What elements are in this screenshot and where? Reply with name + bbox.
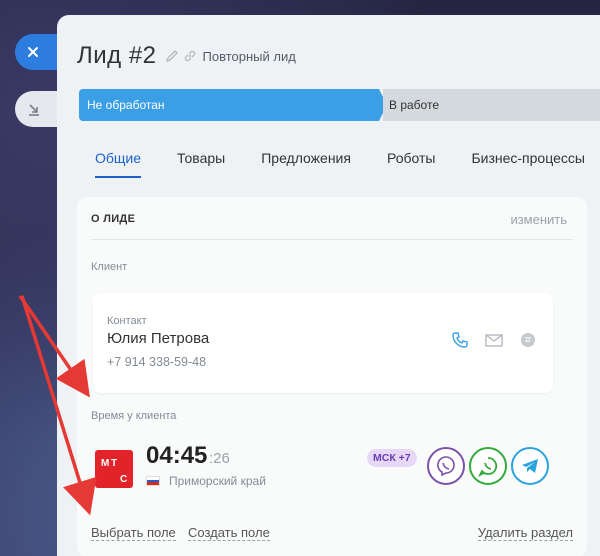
contact-actions [449,329,539,351]
collapse-icon [29,104,39,116]
divider [91,239,573,240]
client-time-label: Время у клиента [91,410,177,422]
client-time-seconds: :26 [209,450,230,467]
timezone-badge: МСК +7 [367,449,417,467]
tabs: Общие Товары Предложения Роботы Бизнес-п… [95,150,600,178]
svg-text:С: С [120,474,127,484]
tab-business-processes[interactable]: Бизнес-процессы [471,150,584,178]
create-field-link[interactable]: Создать поле [188,525,270,541]
tab-general[interactable]: Общие [95,150,142,178]
edit-section-link[interactable]: изменить [510,212,567,227]
close-icon [28,47,38,57]
whatsapp-icon [477,457,498,477]
stage-bar: Не обработан В работе [79,89,600,121]
page-title: Лид #2 [77,42,157,69]
pencil-icon[interactable] [165,49,179,63]
stage-in-progress[interactable]: В работе [383,89,600,121]
client-region: Приморский край [169,474,266,488]
section-heading: О ЛИДЕ [91,213,136,225]
tab-offers[interactable]: Предложения [261,150,351,178]
whatsapp-button[interactable] [469,447,507,485]
tab-robots[interactable]: Роботы [387,150,435,178]
delete-section-link[interactable]: Удалить раздел [477,525,573,541]
title-row: Лид #2 Повторный лид [77,42,296,70]
svg-text:М: М [101,458,109,469]
contact-card: Контакт Юлия Петрова +7 914 338-59-48 [93,293,553,393]
contact-name[interactable]: Юлия Петрова [107,330,209,347]
operator-logo: М Т С [95,450,133,488]
tab-products[interactable]: Товары [177,150,225,178]
client-label: Клиент [91,261,128,273]
telegram-icon [522,459,538,473]
telegram-button[interactable] [511,447,549,485]
svg-text:Т: Т [111,458,117,469]
russia-flag-icon [146,476,160,486]
client-time: 04:45 [146,442,208,469]
viber-button[interactable] [427,447,465,485]
contact-label: Контакт [107,315,147,327]
lead-subtitle: Повторный лид [202,48,296,64]
contact-phone[interactable]: +7 914 338-59-48 [107,355,206,369]
select-field-link[interactable]: Выбрать поле [91,525,176,541]
chat-icon[interactable] [517,329,539,351]
viber-icon [437,456,455,477]
email-icon[interactable] [483,329,505,351]
phone-icon[interactable] [449,329,471,351]
about-lead-card: О ЛИДЕ изменить Клиент Контакт Юлия Петр… [77,197,587,556]
lead-panel: Лид #2 Повторный лид Не обработан В рабо… [57,15,600,556]
link-icon[interactable] [183,49,197,63]
stage-not-processed[interactable]: Не обработан [79,89,387,121]
